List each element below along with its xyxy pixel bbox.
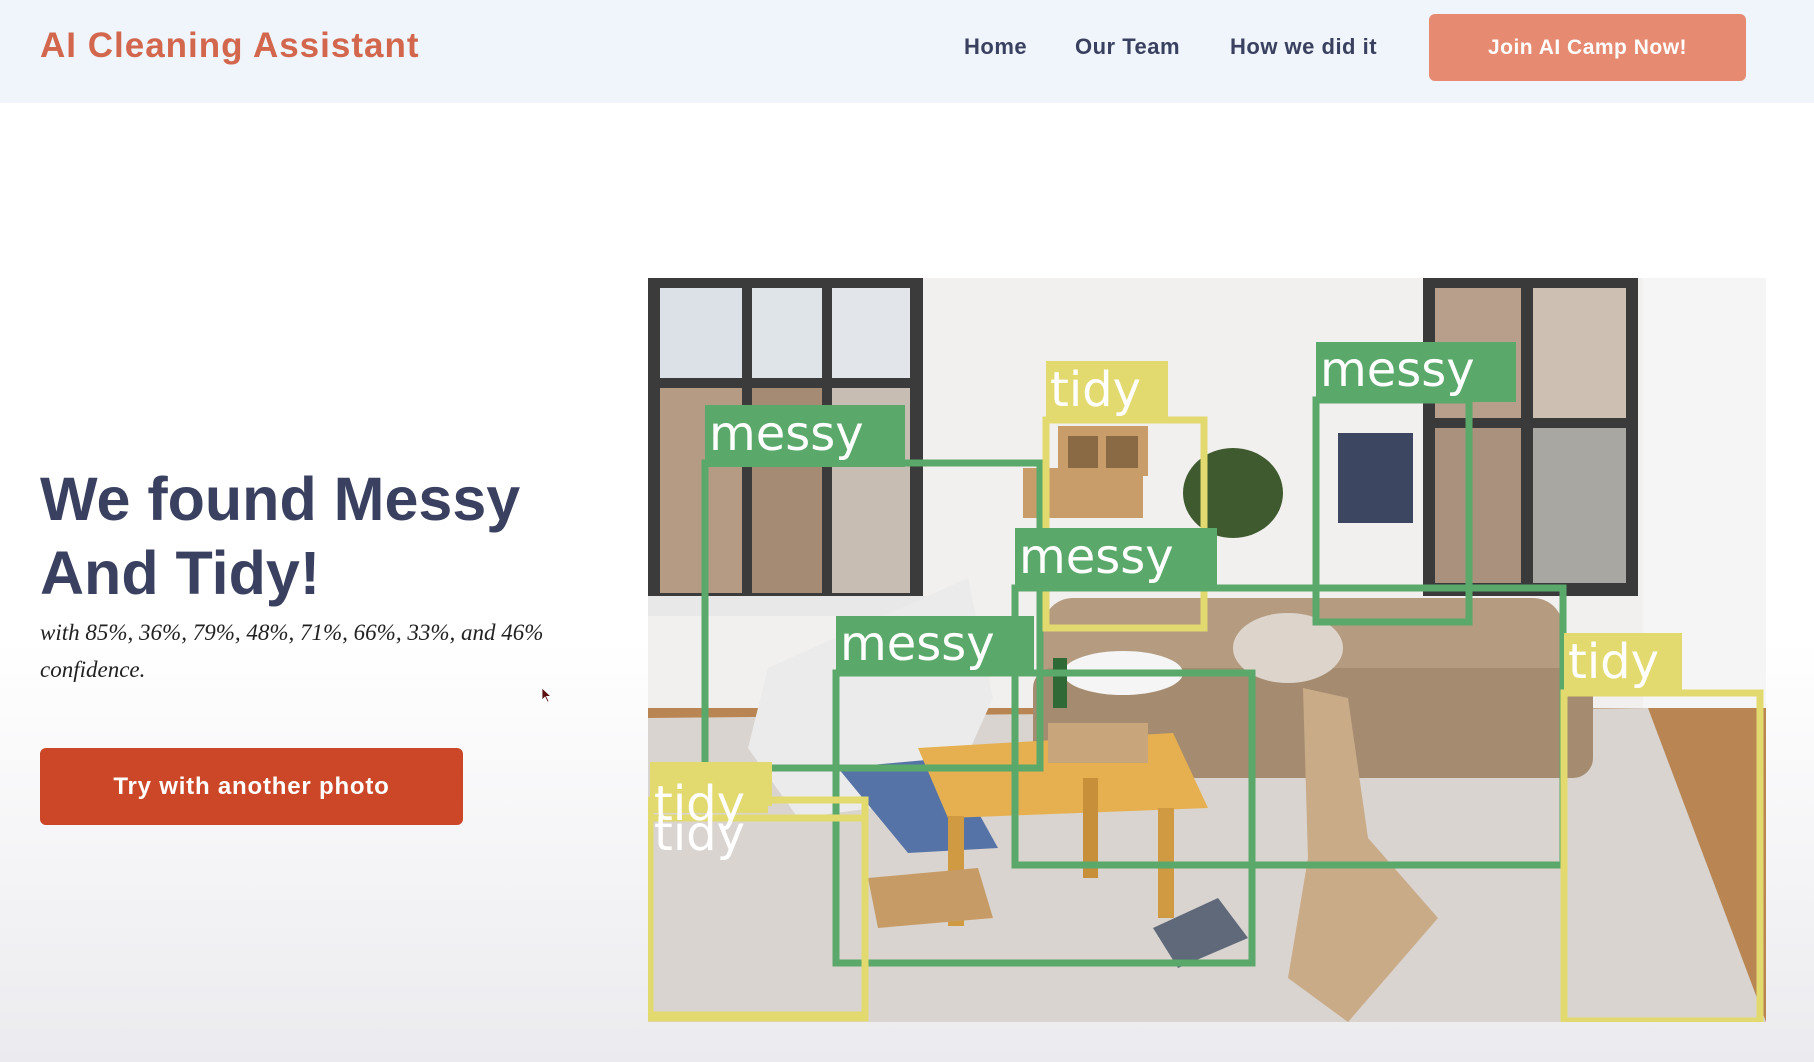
- mouse-cursor-icon: [541, 687, 553, 703]
- confidence-text: with 85%, 36%, 79%, 48%, 71%, 66%, 33%, …: [40, 620, 544, 682]
- detection-label-tidy: tidy: [654, 776, 745, 832]
- hero-title: We found Messy And Tidy!: [40, 462, 580, 610]
- nav-link-home[interactable]: Home: [964, 34, 1027, 60]
- detection-label-messy: messy: [1019, 529, 1174, 585]
- detection-result-image: messy tidy messy messy messy tidy tidy t…: [648, 278, 1766, 1022]
- top-nav-bar: AI Cleaning Assistant Home Our Team How …: [0, 0, 1814, 103]
- nav-link-our-team[interactable]: Our Team: [1075, 34, 1180, 60]
- page: AI Cleaning Assistant Home Our Team How …: [0, 0, 1814, 1062]
- detection-label-messy: messy: [1320, 342, 1475, 398]
- detection-label-tidy: tidy: [1568, 634, 1659, 690]
- brand-logo-text[interactable]: AI Cleaning Assistant: [40, 26, 420, 66]
- detection-label-messy: messy: [709, 406, 864, 462]
- join-ai-camp-button[interactable]: Join AI Camp Now!: [1429, 14, 1746, 81]
- detection-label-tidy: tidy: [1050, 362, 1141, 418]
- hero-title-line-2: And Tidy!: [40, 539, 321, 607]
- detection-label-messy: messy: [840, 616, 995, 672]
- try-another-photo-button[interactable]: Try with another photo: [40, 748, 463, 825]
- hero-title-line-1: We found Messy: [40, 465, 521, 533]
- nav-link-how-we-did-it[interactable]: How we did it: [1230, 34, 1377, 60]
- room-photo: messy tidy messy messy messy tidy tidy t…: [648, 278, 1766, 1022]
